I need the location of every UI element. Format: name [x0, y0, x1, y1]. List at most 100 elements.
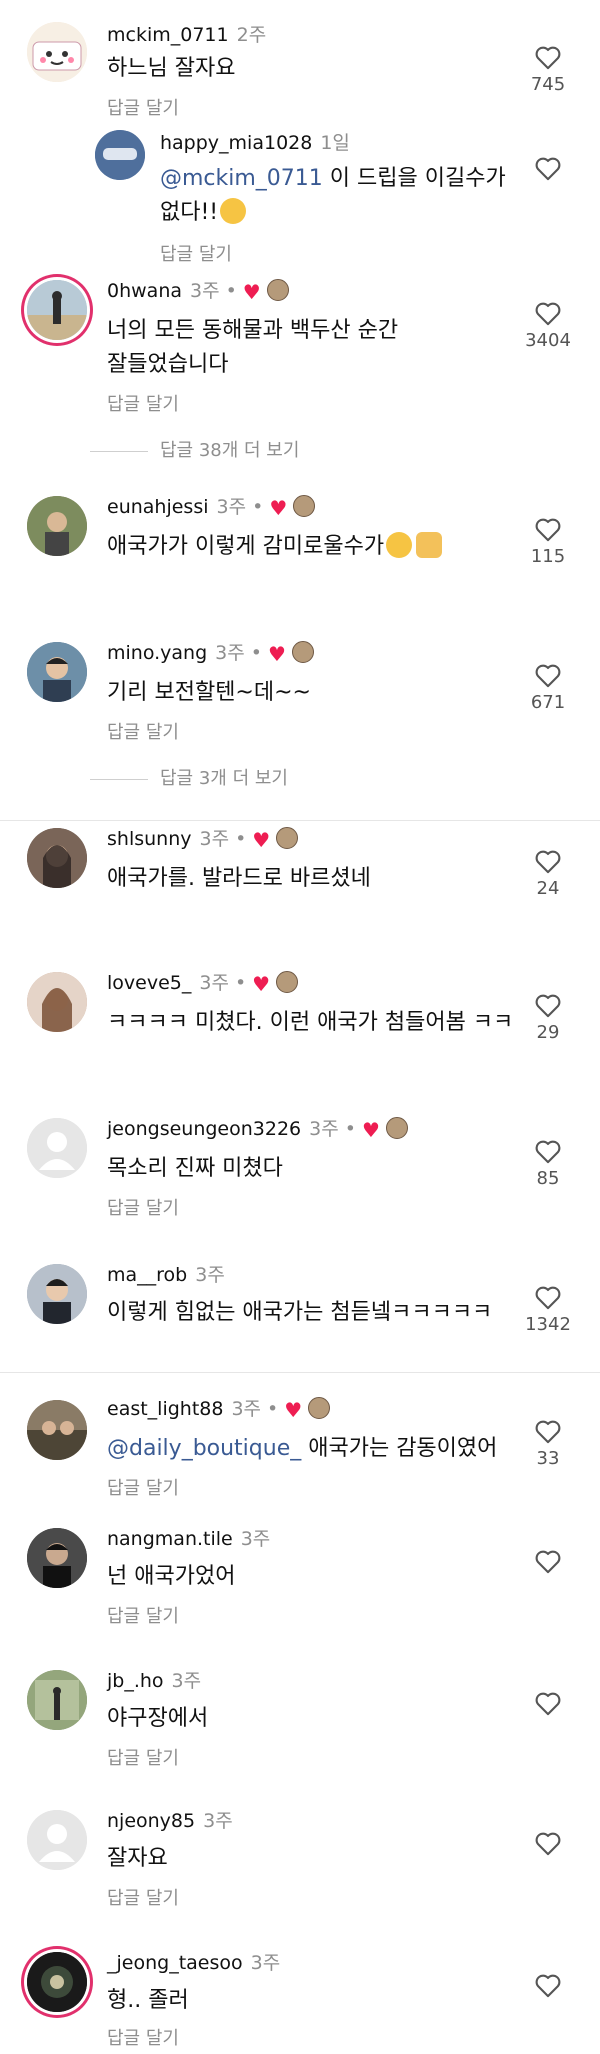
username[interactable]: _jeong_taesoo: [107, 1952, 243, 1974]
view-more-replies[interactable]: 답글 3개 더 보기: [90, 764, 288, 790]
avatar[interactable]: [27, 1952, 87, 2012]
raised-hands-emoji-icon: [416, 532, 443, 558]
red-heart-icon: ♥: [284, 1398, 303, 1422]
username[interactable]: njeony85: [107, 1810, 195, 1832]
avatar[interactable]: [27, 1118, 87, 1178]
like-button[interactable]: 33: [518, 1418, 578, 1469]
comment-text: 기리 보전할텐~데~~: [107, 680, 311, 705]
heart-outline-icon: [535, 1692, 561, 1716]
username[interactable]: 0hwana: [107, 280, 182, 302]
avatar[interactable]: [27, 972, 87, 1032]
avatar[interactable]: [27, 642, 87, 702]
creator-avatar-icon: [276, 827, 299, 849]
comment-text: 애국가를. 발라드로 바르셨네: [107, 866, 371, 891]
creator-avatar-icon: [276, 971, 299, 993]
like-button[interactable]: 85: [518, 1138, 578, 1189]
like-count: 33: [536, 1448, 560, 1469]
default-avatar-icon: [27, 1118, 87, 1178]
mention-link[interactable]: @daily_boutique_: [107, 1436, 301, 1461]
view-more-replies[interactable]: 답글 38개 더 보기: [90, 436, 299, 462]
reply-button[interactable]: 답글 달기: [107, 390, 179, 416]
like-button[interactable]: 115: [518, 516, 578, 567]
username[interactable]: jeongseungeon3226: [107, 1118, 301, 1140]
username[interactable]: happy_mia1028: [160, 132, 312, 154]
heart-outline-icon: [535, 46, 561, 70]
username[interactable]: eunahjessi: [107, 496, 209, 518]
heart-outline-icon: [535, 157, 561, 181]
timestamp: 3주: [231, 1398, 262, 1420]
mention-link[interactable]: @mckim_0711: [160, 166, 323, 191]
comment-text: @daily_boutique_ 애국가는 감동이였어: [107, 1436, 498, 1461]
heart-outline-icon: [535, 664, 561, 688]
creator-avatar-icon: [266, 279, 289, 301]
like-button[interactable]: 671: [518, 662, 578, 713]
username[interactable]: nangman.tile: [107, 1528, 233, 1550]
creator-avatar-icon: [293, 495, 316, 517]
like-count: 85: [536, 1168, 560, 1189]
reply-button[interactable]: 답글 달기: [107, 1602, 179, 1628]
like-button[interactable]: 3404: [518, 300, 578, 351]
heart-outline-icon: [535, 302, 561, 326]
timestamp: 3주: [240, 1528, 271, 1550]
reply-button[interactable]: 답글 달기: [107, 718, 179, 744]
username[interactable]: jb_.ho: [107, 1670, 164, 1692]
creator-avatar-icon: [308, 1397, 331, 1419]
like-button[interactable]: 1342: [518, 1284, 578, 1335]
divider: [0, 820, 600, 821]
comment-text: 목소리 진짜 미쳤다: [107, 1156, 283, 1181]
like-button[interactable]: [518, 1690, 578, 1716]
avatar[interactable]: [27, 1810, 87, 1870]
comment-text: 너의 모든 동해물과 백두산 순간: [107, 318, 399, 343]
reply-button[interactable]: 답글 달기: [107, 1474, 179, 1500]
avatar[interactable]: [95, 130, 145, 180]
reply-button[interactable]: 답글 달기: [107, 94, 179, 120]
comment-text: 애국가가 이렇게 감미로울수가: [107, 530, 443, 564]
reply-button[interactable]: 답글 달기: [107, 1194, 179, 1220]
like-button[interactable]: [518, 155, 578, 181]
red-heart-icon: ♥: [242, 280, 261, 304]
red-heart-icon: ♥: [267, 642, 286, 666]
reply-button[interactable]: 답글 달기: [107, 1884, 179, 1910]
reply-button[interactable]: 답글 달기: [160, 240, 232, 266]
avatar[interactable]: [27, 1528, 87, 1588]
red-heart-icon: ♥: [252, 972, 271, 996]
timestamp: 3주: [171, 1670, 202, 1692]
username[interactable]: shlsunny: [107, 828, 192, 850]
reply-button[interactable]: 답글 달기: [107, 1744, 179, 1770]
crying-face-emoji-icon: [220, 198, 247, 224]
username[interactable]: ma__rob: [107, 1264, 187, 1286]
avatar[interactable]: [27, 496, 87, 556]
username[interactable]: mino.yang: [107, 642, 207, 664]
red-heart-icon: ♥: [361, 1118, 380, 1142]
avatar[interactable]: [27, 22, 87, 82]
like-count: 671: [530, 692, 566, 713]
like-button[interactable]: [518, 1972, 578, 1998]
timestamp: 3주: [215, 642, 245, 664]
like-button[interactable]: 745: [518, 44, 578, 95]
timestamp: 3주: [199, 972, 229, 994]
avatar[interactable]: [27, 828, 87, 888]
avatar[interactable]: [27, 280, 87, 340]
avatar[interactable]: [27, 1264, 87, 1324]
timestamp: 2주: [236, 24, 267, 46]
like-button[interactable]: [518, 1830, 578, 1856]
like-button[interactable]: 29: [518, 992, 578, 1043]
default-avatar-icon: [27, 1810, 87, 1870]
reply-button[interactable]: 답글 달기: [107, 2024, 179, 2050]
heart-outline-icon: [535, 1974, 561, 1998]
username[interactable]: loveve5_: [107, 972, 191, 994]
username[interactable]: mckim_0711: [107, 24, 229, 46]
avatar[interactable]: [27, 1670, 87, 1730]
like-count: 1342: [525, 1314, 571, 1335]
avatar[interactable]: [27, 1400, 87, 1460]
like-button[interactable]: 24: [518, 848, 578, 899]
username[interactable]: east_light88: [107, 1398, 223, 1420]
heart-outline-icon: [535, 1286, 561, 1310]
heart-eyes-emoji-icon: [386, 532, 413, 558]
comment-text: ㅋㅋㅋㅋ 미쳤다. 이런 애국가 첨들어봄 ㅋㅋ: [107, 1010, 514, 1035]
timestamp: 3주: [203, 1810, 233, 1832]
like-button[interactable]: [518, 1548, 578, 1574]
timestamp: 3주: [250, 1952, 281, 1974]
timestamp: 1일: [320, 132, 350, 154]
comment-text: @mckim_0711 이 드립을 이길수가: [160, 166, 506, 191]
